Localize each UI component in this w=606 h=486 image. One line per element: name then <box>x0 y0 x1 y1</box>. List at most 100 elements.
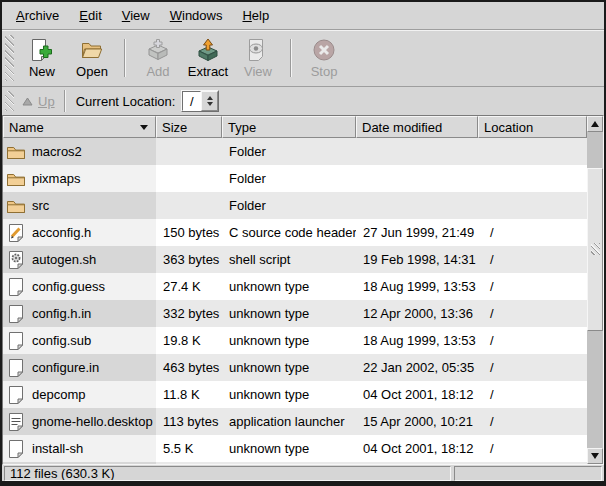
file-row-acconfig.h[interactable]: acconfig.h150 bytesC source code header2… <box>3 219 587 246</box>
name-cell: src <box>3 192 156 219</box>
location-cell: / <box>478 327 587 354</box>
extract-button[interactable]: Extract <box>183 33 233 83</box>
file-row-src[interactable]: src Folder <box>3 192 587 219</box>
menu-edit[interactable]: Edit <box>69 2 111 29</box>
column-header-location[interactable]: Location <box>478 116 587 138</box>
name-cell: install-sh <box>3 435 156 462</box>
location-cell: / <box>478 435 587 462</box>
file-row-gnome-hello.desktop[interactable]: gnome-hello.desktop113 bytesapplication … <box>3 408 587 435</box>
type-cell: Folder <box>222 138 356 165</box>
file-row-pixmaps[interactable]: pixmaps Folder <box>3 165 587 192</box>
file-name: acconfig.h <box>32 225 91 240</box>
scrollbar-thumb[interactable] <box>587 168 603 331</box>
menu-bar: ArchiveEditViewWindowsHelp <box>2 2 604 30</box>
file-name: configure.in <box>32 360 99 375</box>
view-file-icon <box>246 37 270 63</box>
name-cell: config.sub <box>3 327 156 354</box>
location-bar-handle[interactable] <box>5 91 14 111</box>
type-cell: unknown type <box>222 300 356 327</box>
combo-down-arrow-icon <box>207 102 213 106</box>
file-row-partial[interactable] <box>3 462 587 464</box>
file-row-config.h.in[interactable]: config.h.in332 bytesunknown type12 Apr 2… <box>3 300 587 327</box>
location-cell <box>478 192 587 219</box>
column-header-type[interactable]: Type <box>222 116 356 138</box>
status-text: 112 files (630.3 K) <box>10 466 115 481</box>
file-row-install-sh[interactable]: install-sh5.5 Kunknown type04 Oct 2001, … <box>3 435 587 462</box>
up-button[interactable]: Up <box>18 92 59 111</box>
toolbar-button-label: Extract <box>188 64 228 79</box>
vertical-scrollbar[interactable] <box>587 116 603 464</box>
column-header-label: Location <box>484 120 533 135</box>
location-combo[interactable]: / <box>181 90 219 112</box>
column-header-label: Size <box>162 120 187 135</box>
combo-dropdown-button[interactable] <box>201 91 218 111</box>
document-lines-icon <box>6 412 26 432</box>
scrollbar-trough[interactable] <box>587 132 603 448</box>
location-cell: / <box>478 381 587 408</box>
up-button-label: Up <box>38 94 55 109</box>
current-location-label: Current Location: <box>76 94 176 109</box>
type-cell: shell script <box>222 246 356 273</box>
location-combo-value[interactable]: / <box>182 91 201 111</box>
column-header-name[interactable]: Name <box>3 116 156 138</box>
document-icon <box>6 304 26 324</box>
column-header-label: Type <box>228 120 256 135</box>
add-files-icon <box>146 37 170 63</box>
menu-windows[interactable]: Windows <box>160 2 233 29</box>
location-bar-separator <box>64 90 66 112</box>
file-name: gnome-hello.desktop <box>32 414 153 429</box>
name-cell: depcomp <box>3 381 156 408</box>
column-header-date-modified[interactable]: Date modified <box>356 116 478 138</box>
toolbar-handle[interactable] <box>5 35 14 81</box>
date-cell <box>356 192 478 219</box>
file-row-macros2[interactable]: macros2Folder <box>3 138 587 165</box>
open-button[interactable]: Open <box>67 33 117 83</box>
type-cell: unknown type <box>222 327 356 354</box>
file-row-config.sub[interactable]: config.sub19.8 Kunknown type18 Aug 1999,… <box>3 327 587 354</box>
type-cell <box>222 462 356 464</box>
toolbar-button-label: Stop <box>311 64 338 79</box>
sort-indicator-icon <box>140 125 148 130</box>
toolbar-button-label: Open <box>76 64 108 79</box>
location-bar: Up Current Location: / <box>2 87 604 115</box>
scroll-down-button[interactable] <box>587 448 603 464</box>
date-cell: 04 Oct 2001, 18:12 <box>356 381 478 408</box>
file-row-depcomp[interactable]: depcomp11.8 Kunknown type04 Oct 2001, 18… <box>3 381 587 408</box>
file-row-configure.in[interactable]: configure.in463 bytesunknown type22 Jan … <box>3 354 587 381</box>
file-name: src <box>32 198 49 213</box>
type-cell: unknown type <box>222 381 356 408</box>
location-cell <box>478 462 587 464</box>
size-cell <box>156 462 222 464</box>
stop-button[interactable]: Stop <box>299 33 349 83</box>
scroll-up-button[interactable] <box>587 116 603 132</box>
name-cell: config.h.in <box>3 300 156 327</box>
up-icon <box>22 94 33 109</box>
name-cell: pixmaps <box>3 165 156 192</box>
file-name: config.h.in <box>32 306 91 321</box>
column-header-size[interactable]: Size <box>156 116 222 138</box>
document-pencil-icon <box>6 223 26 243</box>
file-row-config.guess[interactable]: config.guess27.4 Kunknown type18 Aug 199… <box>3 273 587 300</box>
size-cell: 463 bytes <box>156 354 222 381</box>
type-cell: unknown type <box>222 354 356 381</box>
location-cell <box>478 138 587 165</box>
name-cell <box>3 462 156 464</box>
file-name: install-sh <box>32 441 83 456</box>
new-button[interactable]: New <box>17 33 67 83</box>
document-icon <box>6 331 26 351</box>
menu-view[interactable]: View <box>112 2 160 29</box>
type-cell: Folder <box>222 192 356 219</box>
stop-icon <box>312 37 336 63</box>
size-cell: 5.5 K <box>156 435 222 462</box>
file-row-autogen.sh[interactable]: autogen.sh363 bytesshell script19 Feb 19… <box>3 246 587 273</box>
date-cell: 15 Apr 2000, 10:21 <box>356 408 478 435</box>
menu-help[interactable]: Help <box>232 2 279 29</box>
date-cell: 27 Jun 1999, 21:49 <box>356 219 478 246</box>
status-secondary-panel <box>454 466 602 481</box>
folder-icon <box>6 142 26 162</box>
view-button[interactable]: View <box>233 33 283 83</box>
menu-archive[interactable]: Archive <box>6 2 69 29</box>
add-button[interactable]: Add <box>133 33 183 83</box>
type-cell: Folder <box>222 165 356 192</box>
name-cell: autogen.sh <box>3 246 156 273</box>
